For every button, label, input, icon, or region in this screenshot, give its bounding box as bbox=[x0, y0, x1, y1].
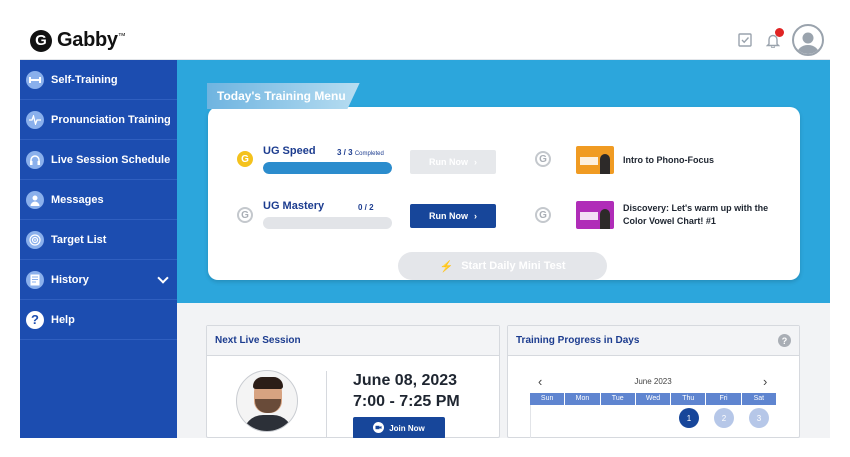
sidebar-item-live-session-schedule[interactable]: Live Session Schedule bbox=[20, 140, 177, 180]
waveform-icon bbox=[26, 110, 44, 129]
calendar-day[interactable]: 2 bbox=[714, 408, 734, 428]
training-menu-card: G UG Speed 3 / 3 Completed Run Now › G UG… bbox=[208, 107, 800, 280]
dumbbell-icon bbox=[26, 70, 44, 89]
target-icon bbox=[26, 230, 44, 249]
next-month-button[interactable]: › bbox=[763, 374, 767, 389]
mini-test-label: Start Daily Mini Test bbox=[461, 260, 566, 272]
user-avatar-icon[interactable] bbox=[792, 24, 824, 56]
sidebar-item-label: History bbox=[51, 273, 89, 286]
video-thumbnail[interactable] bbox=[576, 201, 614, 229]
chevron-right-icon: › bbox=[474, 157, 477, 167]
training-menu-band: G UG Speed 3 / 3 Completed Run Now › G UG… bbox=[177, 60, 830, 303]
gray-medal-icon: G bbox=[535, 207, 551, 223]
weekday: Fri bbox=[706, 393, 742, 405]
task-progress: 3 / 3 Completed bbox=[337, 148, 384, 157]
sidebar-item-label: Pronunciation Training bbox=[51, 113, 171, 126]
training-menu-title: Today's Training Menu bbox=[207, 83, 360, 109]
coach-avatar bbox=[236, 370, 298, 432]
progress-bar bbox=[263, 217, 392, 229]
sidebar-item-label: Messages bbox=[51, 193, 104, 206]
task-progress: 0 / 2 bbox=[358, 203, 374, 212]
logo-mark-icon: G bbox=[30, 29, 52, 52]
logo-text: Gabby™ bbox=[57, 29, 126, 51]
progress-bar-fill bbox=[263, 162, 392, 174]
user-icon bbox=[26, 190, 44, 209]
chevron-down-icon[interactable] bbox=[157, 272, 169, 284]
calendar-grid: 1 2 3 bbox=[530, 405, 776, 438]
main-content: G UG Speed 3 / 3 Completed Run Now › G UG… bbox=[177, 60, 830, 438]
card-heading: Next Live Session bbox=[207, 326, 499, 356]
sidebar-item-pronunciation-training[interactable]: Pronunciation Training bbox=[20, 100, 177, 140]
sidebar-item-help[interactable]: ? Help bbox=[20, 300, 177, 340]
sidebar-item-self-training[interactable]: Self-Training bbox=[20, 60, 177, 100]
app-window: G Gabby™ Self-Training Pronunciation Tra… bbox=[20, 20, 830, 438]
join-now-label: Join Now bbox=[389, 423, 425, 433]
document-icon bbox=[26, 270, 44, 289]
training-progress-card: Training Progress in Days ? ‹ June 2023 … bbox=[507, 325, 800, 438]
thumbnail-caption bbox=[580, 212, 598, 220]
sidebar-item-label: Help bbox=[51, 313, 75, 326]
card-heading: Training Progress in Days ? bbox=[508, 326, 799, 356]
gray-medal-icon: G bbox=[535, 151, 551, 167]
calendar-day[interactable]: 3 bbox=[749, 408, 769, 428]
sidebar-item-label: Live Session Schedule bbox=[51, 153, 171, 166]
task-name: UG Mastery bbox=[263, 200, 325, 212]
weekday: Sat bbox=[741, 393, 776, 405]
gold-medal-icon: G bbox=[237, 151, 253, 167]
sidebar-item-history[interactable]: History bbox=[20, 260, 177, 300]
bell-icon[interactable] bbox=[764, 28, 784, 49]
weekday: Tue bbox=[600, 393, 636, 405]
top-icons bbox=[736, 24, 824, 56]
coach-hair bbox=[253, 377, 283, 389]
session-time: 7:00 - 7:25 PM bbox=[353, 393, 460, 410]
weekday: Sun bbox=[530, 393, 566, 405]
weekday-header: Sun Mon Tue Wed Thu Fri Sat bbox=[530, 393, 776, 405]
sidebar-item-label: Self-Training bbox=[51, 73, 118, 86]
check-square-icon[interactable] bbox=[736, 31, 754, 49]
session-date: June 08, 2023 bbox=[353, 372, 458, 389]
video-thumbnail[interactable] bbox=[576, 146, 614, 174]
thumbnail-caption bbox=[580, 157, 598, 165]
gabby-logo[interactable]: G Gabby™ bbox=[30, 29, 126, 52]
presenter-figure bbox=[600, 154, 610, 174]
run-now-button[interactable]: Run Now › bbox=[410, 204, 496, 228]
headset-icon bbox=[26, 150, 44, 169]
calendar-month: June 2023 bbox=[634, 377, 672, 386]
task-name: UG Speed bbox=[263, 145, 316, 157]
presenter-figure bbox=[600, 209, 610, 229]
calendar-day[interactable]: 1 bbox=[679, 408, 699, 428]
sidebar-item-target-list[interactable]: Target List bbox=[20, 220, 177, 260]
weekday: Mon bbox=[565, 393, 601, 405]
chevron-right-icon: › bbox=[474, 211, 477, 221]
progress-bar bbox=[263, 162, 392, 174]
next-session-card: Next Live Session June 08, 2023 7:00 - 7… bbox=[206, 325, 500, 438]
video-camera-icon bbox=[373, 421, 385, 435]
question-icon: ? bbox=[26, 310, 44, 329]
run-now-label: Run Now bbox=[429, 211, 468, 221]
sidebar: Self-Training Pronunciation Training Liv… bbox=[20, 60, 177, 438]
video-title[interactable]: Discovery: Let's warm up with the Color … bbox=[623, 202, 783, 228]
help-icon[interactable]: ? bbox=[778, 334, 791, 347]
divider bbox=[326, 371, 327, 438]
top-bar: G Gabby™ bbox=[20, 20, 830, 60]
coach-body bbox=[243, 415, 293, 431]
run-now-label: Run Now bbox=[429, 157, 468, 167]
join-now-button[interactable]: Join Now bbox=[353, 417, 445, 438]
weekday: Wed bbox=[635, 393, 672, 405]
start-mini-test-button[interactable]: ⚡ Start Daily Mini Test bbox=[398, 252, 607, 280]
run-now-button[interactable]: Run Now › bbox=[410, 150, 496, 174]
lightning-icon: ⚡ bbox=[439, 260, 454, 273]
gray-medal-icon: G bbox=[237, 207, 253, 223]
card-heading-label: Training Progress in Days bbox=[516, 335, 640, 346]
sidebar-item-label: Target List bbox=[51, 233, 107, 246]
sidebar-item-messages[interactable]: Messages bbox=[20, 180, 177, 220]
weekday: Thu bbox=[671, 393, 707, 405]
video-title[interactable]: Intro to Phono-Focus bbox=[623, 154, 783, 167]
notification-badge bbox=[775, 28, 784, 37]
